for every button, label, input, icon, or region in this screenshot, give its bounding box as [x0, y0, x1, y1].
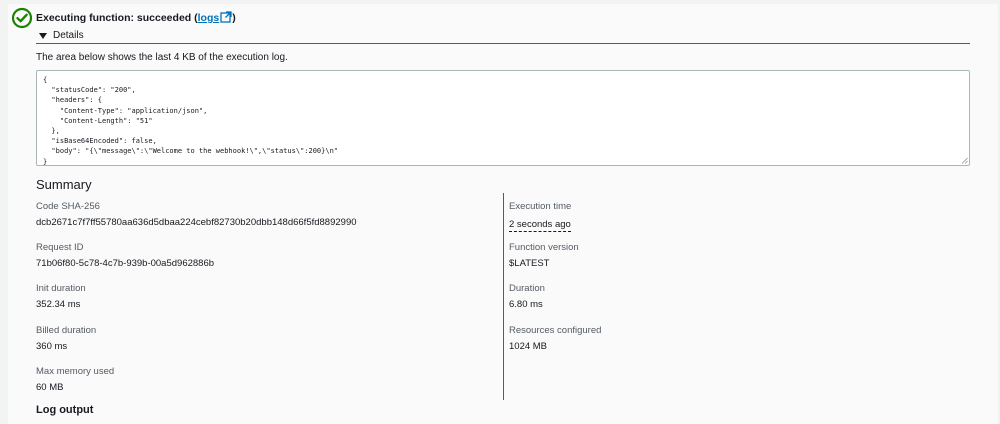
- summary-item-duration: Duration 6.80 ms: [509, 282, 989, 323]
- summary-value: 1024 MB: [509, 340, 548, 352]
- summary-value: 360 ms: [36, 340, 68, 352]
- summary-label: Execution time: [509, 201, 572, 212]
- details-label: Details: [53, 30, 84, 41]
- summary-label: Request ID: [36, 242, 84, 254]
- external-link-icon: [220, 11, 232, 23]
- summary-left-column: Code SHA-256 dcb2671c7f7ff55780aa636d5db…: [36, 200, 496, 406]
- details-description: The area below shows the last 4 KB of th…: [36, 52, 288, 63]
- status-message: Executing function: succeeded (logs): [36, 11, 236, 24]
- summary-title: Summary: [36, 177, 92, 192]
- logs-link-label: logs: [197, 12, 220, 24]
- resize-handle-icon[interactable]: [961, 157, 968, 164]
- check-circle-icon: [11, 7, 33, 29]
- summary-value: 6.80 ms: [509, 299, 543, 311]
- summary-label: Code SHA-256: [36, 201, 100, 212]
- status-prefix: Executing function: succeeded (: [36, 12, 198, 24]
- summary-item-execution-time: Execution time 2 seconds ago: [509, 200, 989, 241]
- log-output-title: Log output: [36, 404, 94, 416]
- summary-value: 352.34 ms: [36, 299, 81, 311]
- details-expander[interactable]: Details: [36, 28, 970, 44]
- caret-down-icon: [39, 32, 47, 39]
- summary-value: $LATEST: [509, 258, 550, 270]
- summary-label: Max memory used: [36, 365, 115, 377]
- summary-value: dcb2671c7f7ff55780aa636d5dbaa224cebf8273…: [36, 217, 357, 228]
- summary-item-function-version: Function version $LATEST: [509, 241, 989, 282]
- summary-value: 71b06f80-5c78-4c7b-939b-00a5d962886b: [36, 258, 215, 270]
- column-divider: [503, 193, 504, 400]
- summary-item-billed-duration: Billed duration 360 ms: [36, 324, 496, 365]
- execution-result-panel: Executing function: succeeded (logs) Det…: [8, 4, 998, 424]
- summary-item-max-memory: Max memory used 60 MB: [36, 365, 496, 406]
- summary-label: Billed duration: [36, 324, 97, 336]
- summary-item-init-duration: Init duration 352.34 ms: [36, 282, 496, 323]
- summary-value: 60 MB: [36, 381, 64, 393]
- summary-label: Resources configured: [509, 324, 602, 336]
- summary-item-resources-configured: Resources configured 1024 MB: [509, 324, 989, 365]
- summary-item-request-id: Request ID 71b06f80-5c78-4c7b-939b-00a5d…: [36, 241, 496, 282]
- summary-item-code-sha: Code SHA-256 dcb2671c7f7ff55780aa636d5db…: [36, 200, 496, 241]
- execution-result-textarea[interactable]: { "statusCode": "200", "headers": { "Con…: [36, 70, 970, 166]
- summary-right-column: Execution time 2 seconds ago Function ve…: [509, 200, 989, 365]
- execution-time-value[interactable]: 2 seconds ago: [509, 219, 571, 232]
- execution-result-text: { "statusCode": "200", "headers": { "Con…: [43, 76, 339, 166]
- summary-label: Init duration: [36, 283, 86, 295]
- logs-link[interactable]: logs: [197, 11, 233, 24]
- summary-label: Duration: [509, 283, 545, 295]
- summary-label: Function version: [509, 242, 579, 254]
- status-suffix: ): [232, 12, 236, 24]
